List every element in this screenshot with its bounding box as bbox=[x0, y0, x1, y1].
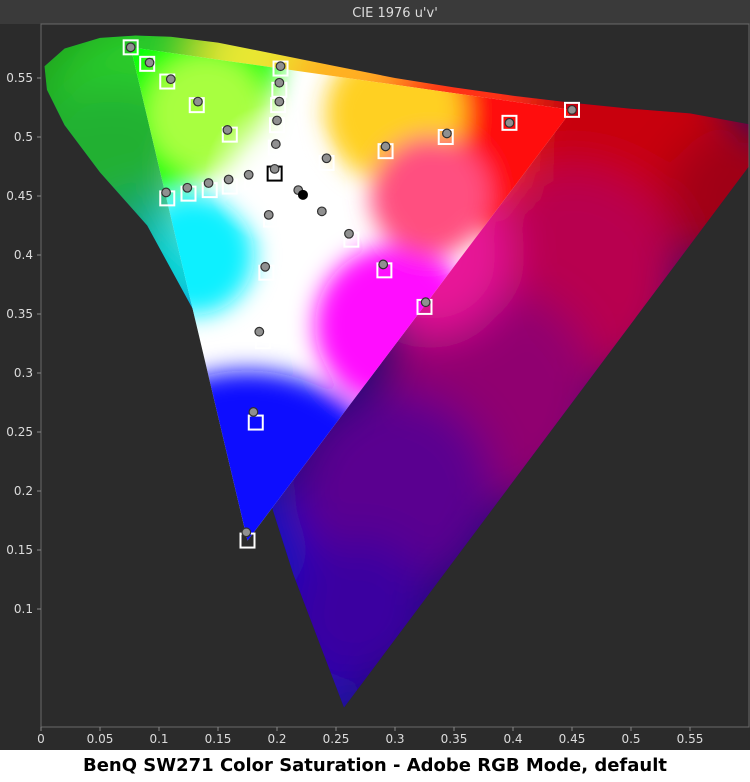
measured-point-10 bbox=[241, 527, 252, 538]
y-tick-label: 0.15 bbox=[6, 543, 33, 557]
measured-point-2 bbox=[442, 128, 452, 139]
chart-svg: CIE 1976 u'v' 0 0.05 0.1 0.15 0.2 0.25 0.3 0.35… bbox=[0, 0, 750, 750]
y-tick-label: 0.2 bbox=[14, 484, 33, 498]
y-tick-label: 0.1 bbox=[14, 602, 33, 616]
measured-point-5 bbox=[125, 42, 136, 53]
measured-point-19 bbox=[270, 139, 281, 149]
measured-point-8 bbox=[193, 96, 203, 107]
measured-point-21 bbox=[182, 182, 193, 193]
x-tick-label: 0.55 bbox=[677, 732, 704, 746]
measured-point-17 bbox=[274, 96, 285, 107]
measured-point-16 bbox=[274, 77, 285, 88]
black-dot bbox=[297, 189, 308, 200]
y-tick-label: 0.3 bbox=[14, 366, 33, 380]
y-tick-label: 0.5 bbox=[14, 130, 33, 144]
y-tick-label: 0.45 bbox=[6, 189, 33, 203]
measured-point-11 bbox=[248, 407, 259, 417]
x-tick-label: 0.35 bbox=[441, 732, 468, 746]
x-tick-label: 0.45 bbox=[559, 732, 586, 746]
x-tick-label: 0.15 bbox=[205, 732, 232, 746]
measured-point-30 bbox=[269, 163, 280, 174]
chart-title: CIE 1976 u'v' bbox=[352, 6, 438, 21]
measured-point-4 bbox=[321, 153, 332, 164]
measured-point-27 bbox=[344, 228, 354, 239]
measured-point-3 bbox=[380, 141, 391, 152]
y-tick-label: 0.4 bbox=[14, 248, 33, 262]
measured-point-6 bbox=[144, 57, 155, 68]
measured-point-0 bbox=[567, 104, 577, 115]
measured-point-14 bbox=[263, 209, 274, 220]
measured-point-18 bbox=[272, 115, 282, 126]
x-tick-label: 0.1 bbox=[149, 732, 168, 746]
measured-point-20 bbox=[161, 187, 171, 198]
measured-point-12 bbox=[254, 326, 265, 337]
measured-point-9 bbox=[222, 125, 233, 135]
figure-caption: BenQ SW271 Color Saturation - Adobe RGB … bbox=[82, 755, 668, 776]
x-tick-label: 0.3 bbox=[385, 732, 404, 746]
x-tick-label: 0.5 bbox=[621, 732, 640, 746]
measured-point-24 bbox=[243, 169, 254, 180]
measured-point-25 bbox=[420, 297, 431, 308]
x-tick-label: 0.25 bbox=[323, 732, 350, 746]
measured-point-15 bbox=[275, 61, 286, 72]
chromaticity-chart: CIE 1976 u'v' 0 0.05 0.1 0.15 0.2 0.25 0.3 0.35… bbox=[0, 0, 750, 750]
x-tick-label: 0.05 bbox=[87, 732, 114, 746]
measured-point-26 bbox=[378, 259, 389, 270]
y-tick-label: 0.55 bbox=[6, 71, 33, 85]
measured-point-1 bbox=[504, 117, 515, 128]
measured-point-28 bbox=[316, 206, 327, 217]
measured-point-13 bbox=[260, 261, 271, 272]
x-tick-label: 0.2 bbox=[267, 732, 286, 746]
measured-point-22 bbox=[203, 178, 214, 188]
measured-point-7 bbox=[165, 74, 176, 85]
x-tick-label: 0 bbox=[37, 732, 45, 746]
x-tick-label: 0.4 bbox=[503, 732, 522, 746]
measured-point-23 bbox=[223, 174, 234, 185]
y-tick-label: 0.25 bbox=[6, 425, 33, 439]
y-tick-label: 0.35 bbox=[6, 307, 33, 321]
